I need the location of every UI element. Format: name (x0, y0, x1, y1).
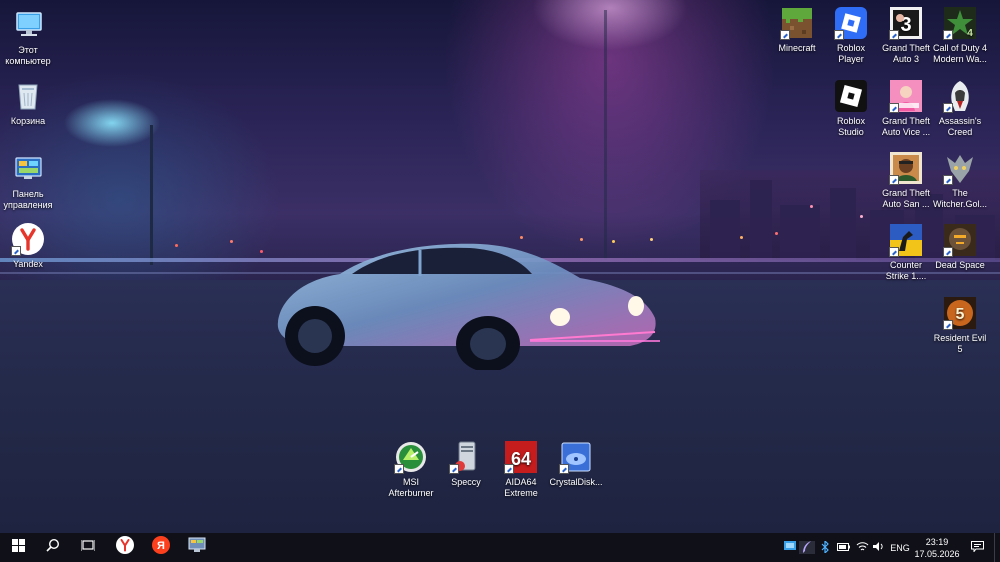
speaker-icon (873, 541, 885, 554)
bluetooth-icon (821, 539, 829, 555)
gta-san-andreas-icon (889, 151, 923, 185)
desktop-icon-control-panel[interactable]: Панель управления (0, 152, 56, 211)
wallpaper-sports-car (277, 243, 656, 370)
tray-app-icon[interactable] (783, 541, 797, 554)
gta3-icon: 3 (889, 6, 923, 40)
crystaldisk-icon (559, 440, 593, 474)
desktop-icon-msi-afterburner[interactable]: MSI Afterburner (383, 440, 439, 499)
start-button[interactable] (1, 533, 35, 562)
desktop-icon-resident-evil-5[interactable]: 5 Resident Evil 5 (932, 296, 988, 355)
clock-time: 23:19 (925, 537, 949, 547)
desktop-icon-counter-strike[interactable]: Counter Strike 1.... (878, 223, 934, 282)
dead-space-icon (943, 223, 977, 257)
msi-afterburner-icon (394, 440, 428, 474)
cod4-icon: 4 (943, 6, 977, 40)
desktop-icon-minecraft[interactable]: Minecraft (769, 6, 825, 54)
desktop-icon-gta3[interactable]: 3 Grand Theft Auto 3 (878, 6, 934, 65)
tray-feather-app[interactable] (799, 540, 815, 555)
desktop-icon-gta-san-andreas[interactable]: Grand Theft Auto San ... (878, 151, 934, 210)
yandex-browser-icon (11, 222, 45, 256)
gta-vice-city-icon (889, 79, 923, 113)
tray-network[interactable] (855, 541, 869, 554)
counter-strike-icon (889, 223, 923, 257)
wallpaper-street-lamp (150, 125, 153, 265)
notification-icon (970, 541, 984, 554)
show-desktop-button[interactable] (994, 533, 1000, 562)
desktop-icon-dead-space[interactable]: Dead Space (932, 223, 988, 271)
desktop-icon-crystaldisk[interactable]: CrystalDisk... (548, 440, 604, 488)
tray-clock[interactable]: 23:19 17.05.2026 (905, 536, 969, 560)
windows-start-icon (11, 538, 25, 557)
taskbar-pinned-yandex-browser[interactable] (108, 533, 142, 562)
yandex-browser-icon (116, 536, 134, 559)
clock-date: 17.05.2026 (914, 549, 960, 559)
search-icon (46, 538, 60, 557)
feather-icon (802, 540, 812, 555)
svg-text:5: 5 (956, 306, 965, 323)
monitor-app-icon (784, 541, 796, 554)
desktop-icon-gta-vice-city[interactable]: Grand Theft Auto Vice ... (878, 79, 934, 138)
notification-center-button[interactable] (968, 541, 986, 554)
desktop-icon-aida64[interactable]: 64 AIDA64 Extreme (493, 440, 549, 499)
control-panel-icon (11, 152, 45, 186)
assassins-creed-icon (943, 79, 977, 113)
taskbar: Я ENG 23:19 17.05.2026 (0, 533, 1000, 562)
aida64-icon: 64 (504, 440, 538, 474)
desktop-icon-assassins-creed[interactable]: Assassin's Creed (932, 79, 988, 138)
svg-text:Я: Я (157, 540, 165, 552)
desktop-icon-this-pc[interactable]: Этот компьютер (0, 8, 56, 67)
tray-battery[interactable] (836, 541, 850, 554)
control-panel-icon (188, 537, 206, 558)
desktop-icon-witcher[interactable]: The Witcher.Gol... (932, 151, 988, 210)
task-view-icon (80, 539, 96, 557)
minecraft-icon (780, 6, 814, 40)
yandex-icon: Я (152, 536, 170, 559)
wallpaper-street-lamp-2 (604, 10, 607, 260)
desktop-icon-speccy[interactable]: Speccy (438, 440, 494, 488)
taskbar-pinned-yandex[interactable]: Я (144, 533, 178, 562)
wifi-icon (856, 541, 869, 554)
tray-volume[interactable] (872, 541, 886, 554)
speccy-icon (449, 440, 483, 474)
resident-evil-5-icon: 5 (943, 296, 977, 330)
witcher-icon (943, 151, 977, 185)
task-view-button[interactable] (71, 533, 105, 562)
recycle-bin-icon (11, 79, 45, 113)
this-pc-icon (11, 8, 45, 42)
desktop-icon-recycle-bin[interactable]: Корзина (0, 79, 56, 127)
search-button[interactable] (36, 533, 70, 562)
desktop-icon-yandex[interactable]: Yandex (0, 222, 56, 270)
svg-text:4: 4 (967, 28, 973, 39)
desktop-background[interactable]: Этот компьютер Корзина Панель управления (0, 0, 1000, 533)
taskbar-pinned-control-panel[interactable] (180, 533, 214, 562)
desktop-icon-roblox-player[interactable]: Roblox Player (823, 6, 879, 65)
tray-bluetooth[interactable] (820, 539, 830, 555)
battery-icon (836, 542, 850, 553)
roblox-player-icon (834, 6, 868, 40)
roblox-studio-icon (834, 79, 868, 113)
desktop-icon-cod4[interactable]: 4 Call of Duty 4 Modern Wa... (932, 6, 988, 65)
desktop-icon-roblox-studio[interactable]: Roblox Studio (823, 79, 879, 138)
